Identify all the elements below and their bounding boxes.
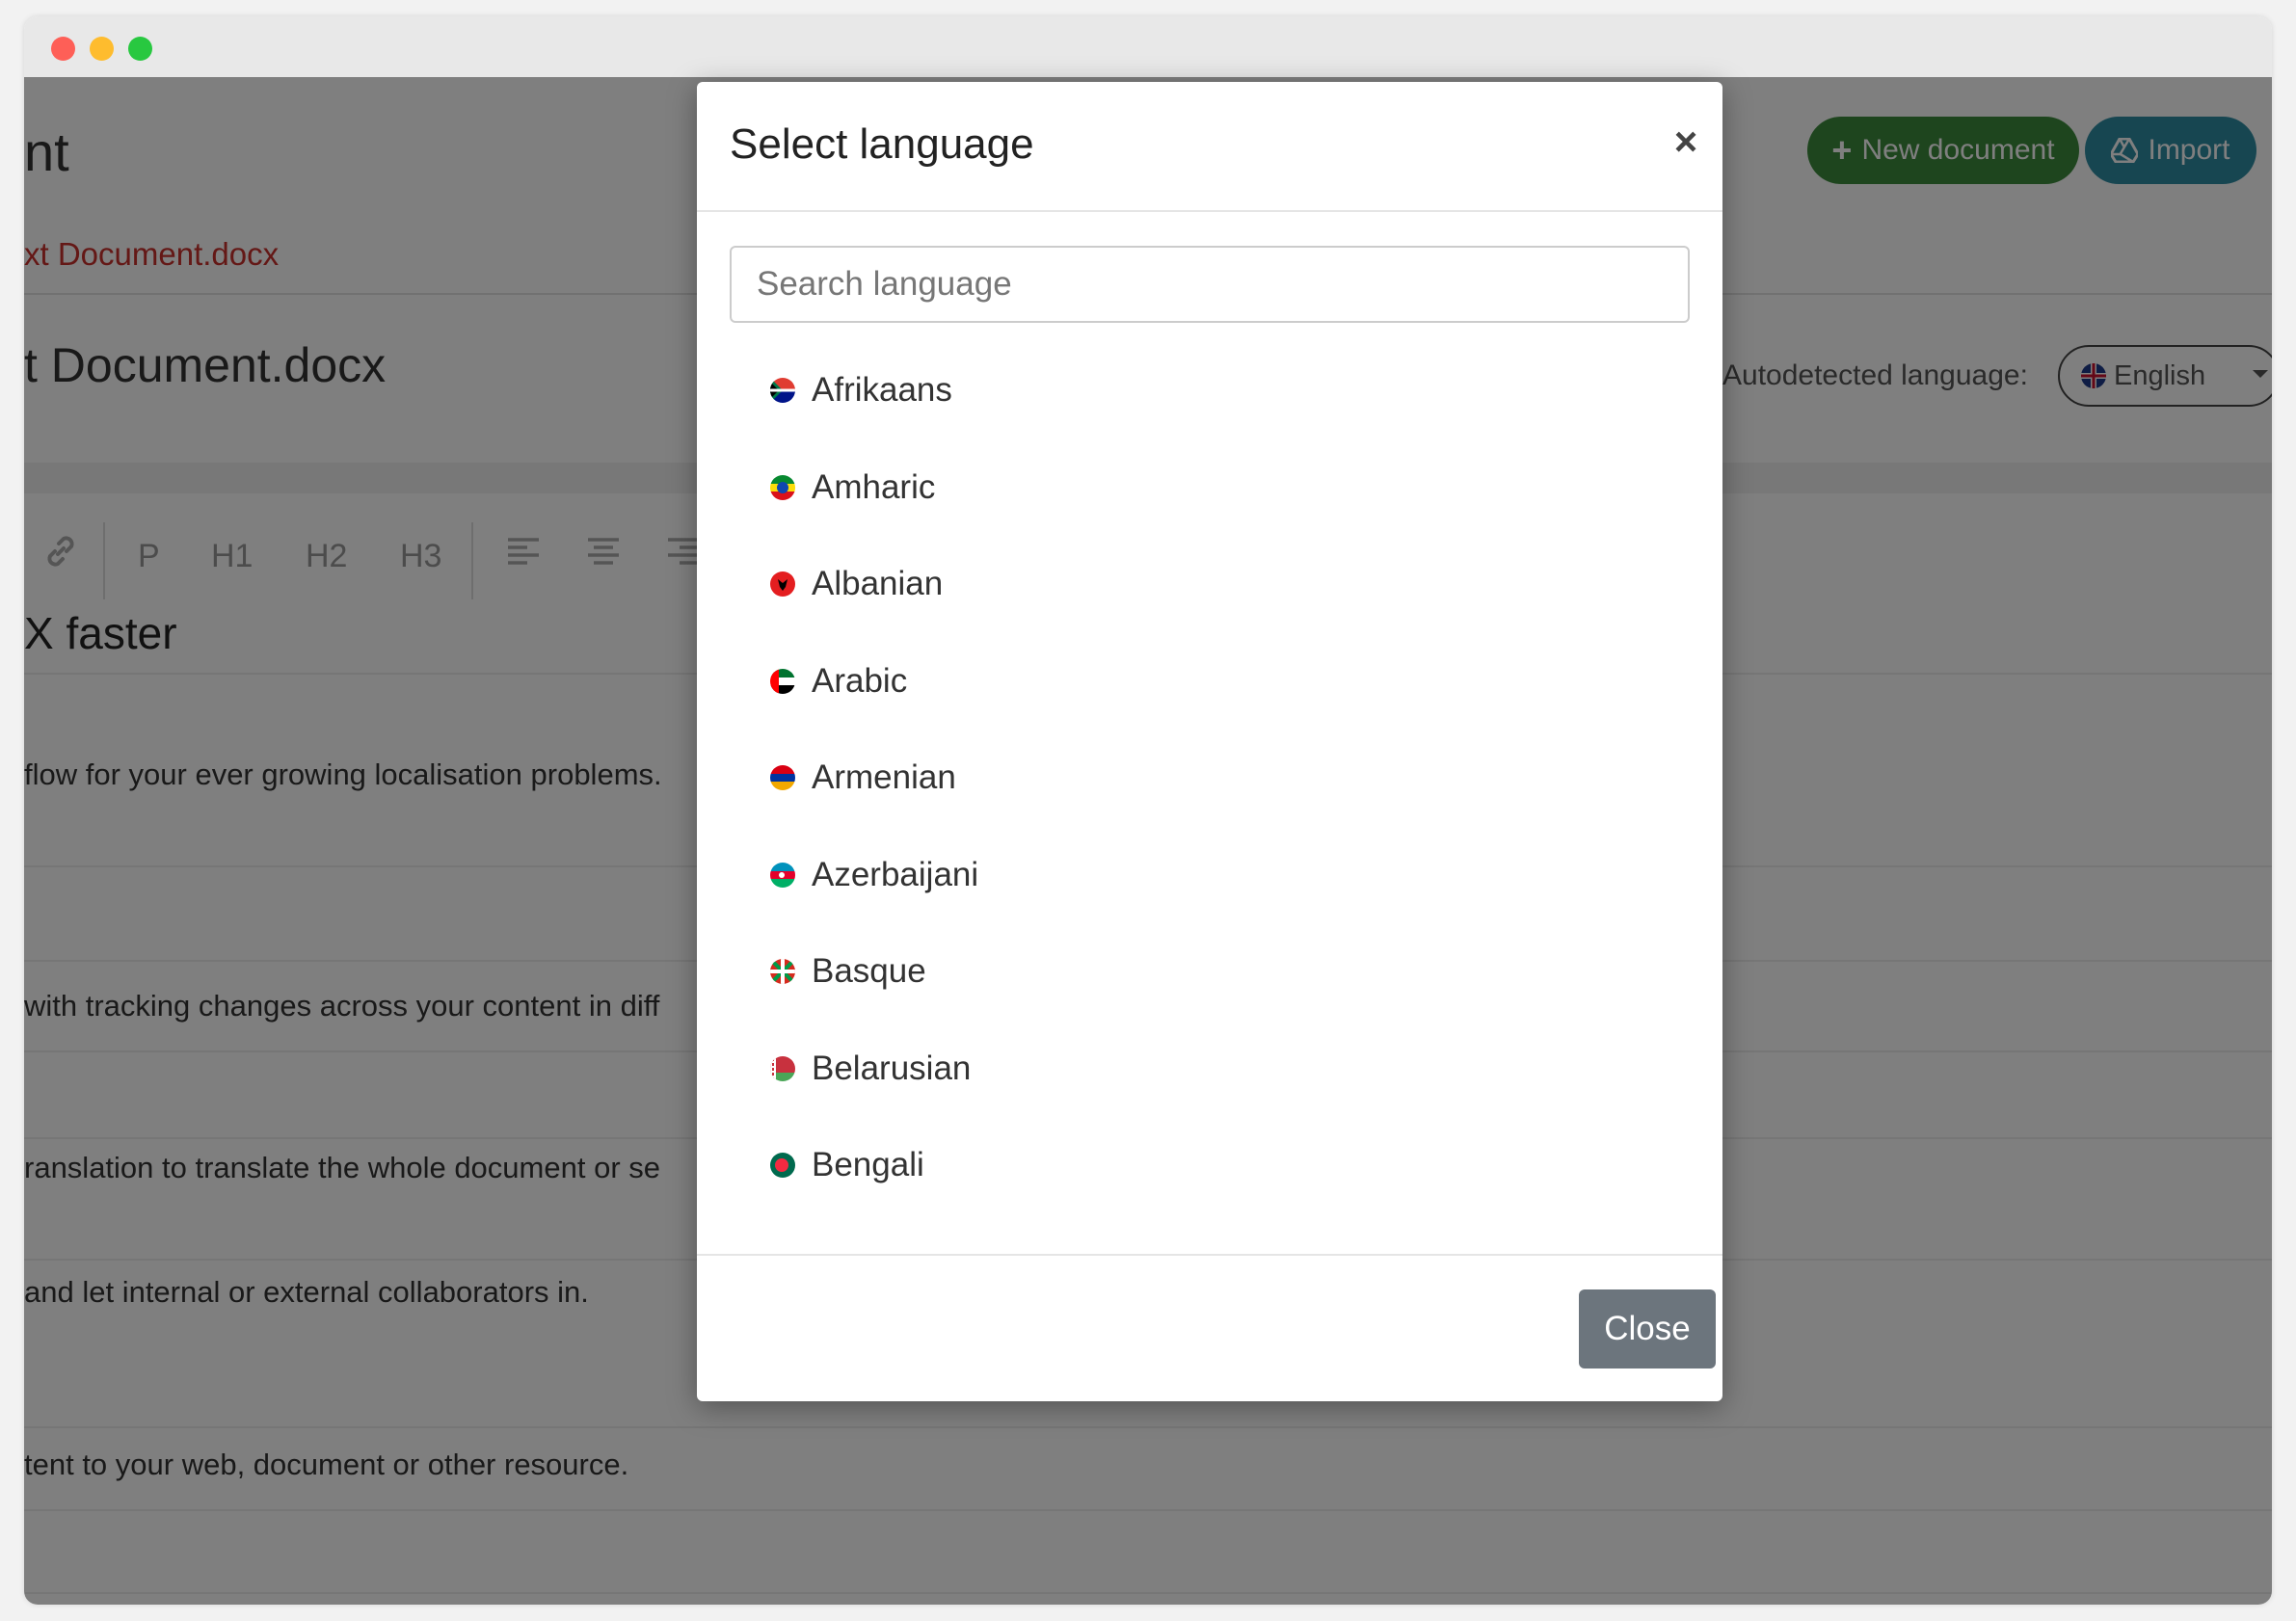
language-name: Albanian <box>812 565 944 603</box>
window-titlebar <box>24 16 2272 77</box>
window-minimize-dot[interactable] <box>90 37 114 61</box>
am-flag-icon <box>770 765 795 791</box>
language-name: Amharic <box>812 467 936 506</box>
close-icon[interactable]: × <box>1665 120 1707 163</box>
language-item-bengali[interactable]: Bengali <box>730 1117 1690 1214</box>
language-item-belarusian[interactable]: Belarusian <box>730 1021 1690 1118</box>
language-item-azerbaijani[interactable]: Azerbaijani <box>730 827 1690 924</box>
language-name: Bengali <box>812 1146 924 1184</box>
language-item-afrikaans[interactable]: Afrikaans <box>730 342 1690 439</box>
al-flag-icon <box>770 571 795 598</box>
za-flag-icon <box>770 378 795 404</box>
language-name: Arabic <box>812 661 908 700</box>
language-item-basque[interactable]: Basque <box>730 923 1690 1021</box>
modal-divider <box>697 210 1722 212</box>
language-item-armenian[interactable]: Armenian <box>730 730 1690 827</box>
language-name: Basque <box>812 952 926 991</box>
close-button[interactable]: Close <box>1579 1289 1716 1369</box>
language-item-amharic[interactable]: Amharic <box>730 439 1690 537</box>
modal-title: Select language <box>730 120 1034 168</box>
language-item-albanian[interactable]: Albanian <box>730 536 1690 633</box>
eu-flag-icon <box>770 959 795 985</box>
by-flag-icon <box>770 1055 795 1081</box>
language-item-arabic[interactable]: Arabic <box>730 633 1690 731</box>
ae-flag-icon <box>770 668 795 694</box>
browser-window: nt xt Document.docx + New document Impor… <box>24 16 2272 1605</box>
window-close-dot[interactable] <box>51 37 75 61</box>
select-language-modal: Select language × Afrikaans Amharic <box>697 82 1722 1401</box>
language-name: Belarusian <box>812 1049 972 1087</box>
language-name: Armenian <box>812 758 956 797</box>
bd-flag-icon <box>770 1153 795 1179</box>
et-flag-icon <box>770 474 795 500</box>
language-name: Afrikaans <box>812 371 952 410</box>
language-list: Afrikaans Amharic Albanian Arabic Armeni… <box>730 342 1690 1214</box>
az-flag-icon <box>770 862 795 888</box>
language-name: Azerbaijani <box>812 855 979 893</box>
search-language-input[interactable] <box>730 246 1690 323</box>
window-maximize-dot[interactable] <box>128 37 152 61</box>
modal-divider <box>697 1254 1722 1256</box>
